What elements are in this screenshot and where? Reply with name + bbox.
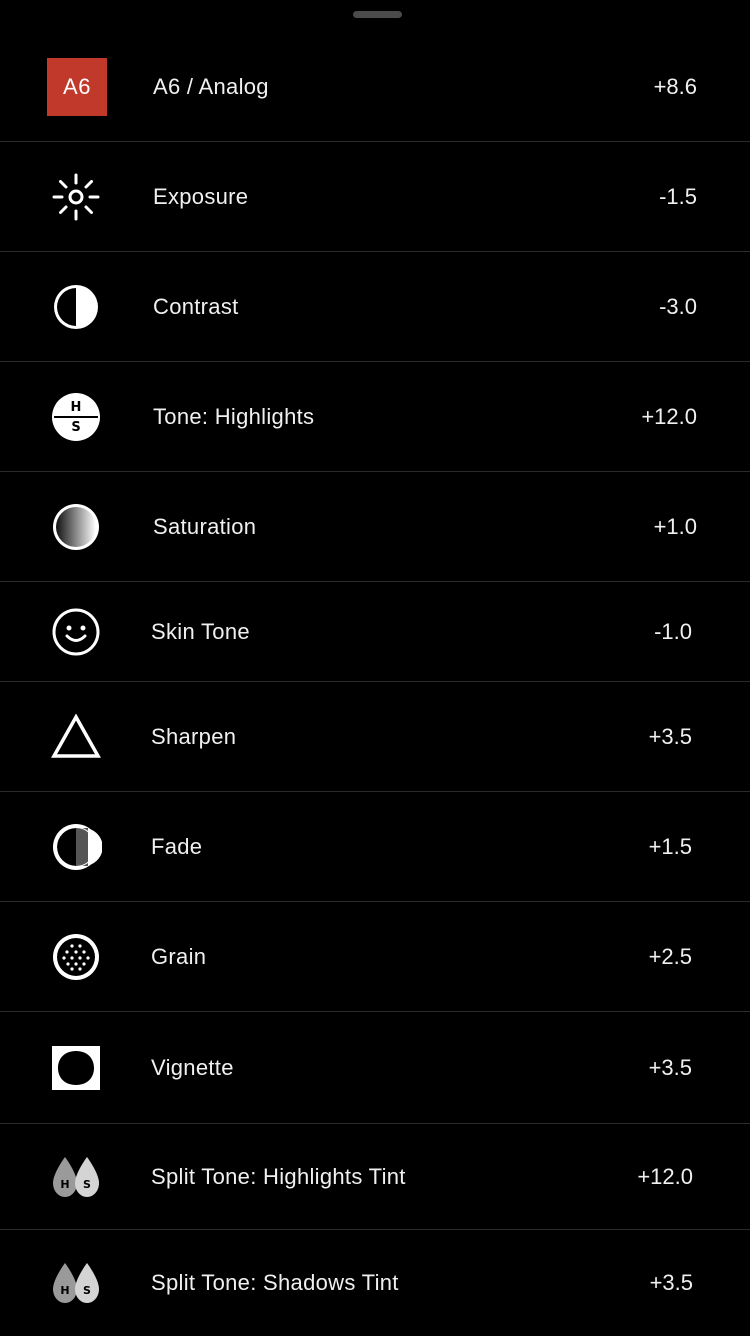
tool-row-grain[interactable]: Grain +2.5 (0, 902, 750, 1012)
tool-row-contrast[interactable]: Contrast -3.0 (0, 252, 750, 362)
tool-row-saturation[interactable]: Saturation +1.0 (0, 472, 750, 582)
tool-label: Contrast (153, 293, 239, 319)
tool-label: Fade (151, 833, 203, 859)
tool-row-split-tone-shadows[interactable]: H S Split Tone: Shadows Tint +3.5 (0, 1230, 750, 1336)
skin-tone-icon (50, 606, 102, 658)
sheet-grabber-handle[interactable] (353, 11, 402, 18)
tool-value: -1.0 (654, 618, 692, 644)
split-tone-icon: H S (50, 1151, 102, 1203)
tool-row-fade[interactable]: Fade +1.5 (0, 792, 750, 902)
tool-label: Tone: Highlights (153, 403, 315, 429)
contrast-icon (50, 281, 102, 333)
tool-label: Grain (151, 943, 207, 969)
split-tone-icon-s: S (83, 1178, 91, 1191)
tool-value: +1.5 (648, 833, 692, 859)
split-tone-icon-h: H (60, 1178, 69, 1191)
tool-value: -1.5 (659, 183, 697, 209)
tool-label: Split Tone: Highlights Tint (151, 1163, 406, 1189)
adjustments-list: A6 A6 / Analog +8.6 Exposure -1.5 Contra… (0, 32, 750, 1336)
tone-icon-s: S (71, 420, 80, 435)
tool-row-sharpen[interactable]: Sharpen +3.5 (0, 682, 750, 792)
tool-value: +12.0 (641, 403, 697, 429)
preset-value: +8.6 (653, 73, 697, 99)
tool-value: +2.5 (648, 943, 692, 969)
tool-value: +3.5 (648, 723, 692, 749)
tool-label: Vignette (151, 1054, 234, 1080)
tool-row-tone[interactable]: H S Tone: Highlights +12.0 (0, 362, 750, 472)
tool-row-exposure[interactable]: Exposure -1.5 (0, 142, 750, 252)
tone-icon-h: H (71, 400, 82, 415)
tool-label: Exposure (153, 183, 249, 209)
tool-label: Saturation (153, 513, 257, 539)
tone-icon: H S (50, 391, 102, 443)
tool-value: -3.0 (659, 293, 697, 319)
tool-row-vignette[interactable]: Vignette +3.5 (0, 1012, 750, 1124)
split-tone-icon-h: H (60, 1284, 69, 1297)
tool-value: +3.5 (649, 1270, 693, 1295)
grain-icon (50, 931, 102, 983)
split-tone-icon: H S (50, 1257, 102, 1309)
tool-value: +12.0 (637, 1163, 693, 1189)
sharpen-icon (50, 711, 102, 763)
tool-value: +1.0 (653, 513, 697, 539)
preset-badge: A6 (47, 58, 107, 116)
preset-row[interactable]: A6 A6 / Analog +8.6 (0, 32, 750, 142)
tool-row-skin-tone[interactable]: Skin Tone -1.0 (0, 582, 750, 682)
preset-label: A6 / Analog (153, 73, 269, 99)
split-tone-icon-s: S (83, 1284, 91, 1297)
tool-label: Split Tone: Shadows Tint (151, 1270, 399, 1295)
tool-row-split-tone-highlights[interactable]: H S Split Tone: Highlights Tint +12.0 (0, 1124, 750, 1230)
exposure-icon (50, 171, 102, 223)
vignette-icon (50, 1042, 102, 1094)
tool-label: Skin Tone (151, 618, 250, 644)
saturation-icon (50, 501, 102, 553)
tool-label: Sharpen (151, 723, 237, 749)
tool-value: +3.5 (648, 1054, 692, 1080)
fade-icon (50, 821, 102, 873)
